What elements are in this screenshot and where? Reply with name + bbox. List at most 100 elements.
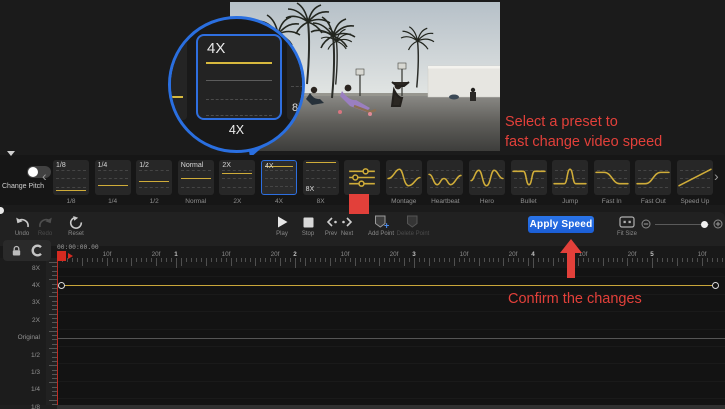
mini-ruler-tick	[49, 382, 57, 383]
ruler-tick	[657, 258, 658, 262]
speed-editor-window: 8X 4X 4X Change Pitch ‹ 1/81/81/41/41/21…	[0, 0, 725, 409]
ruler-tick	[335, 258, 336, 262]
preset-cell-jump: Jump	[552, 160, 588, 205]
card-speed-line	[98, 185, 128, 186]
preset-2x[interactable]: 2X	[219, 160, 255, 195]
track-row-1-2[interactable]	[57, 347, 725, 364]
ruler-tick	[325, 258, 326, 262]
track-row-1-4[interactable]	[57, 382, 725, 399]
preset-caption: Montage	[386, 198, 422, 205]
preset-jump[interactable]	[552, 160, 588, 195]
next-button[interactable]: Next	[330, 215, 364, 237]
change-pitch-toggle[interactable]	[27, 166, 51, 178]
mini-ruler-tick	[49, 365, 57, 366]
ruler-label: 20f	[628, 251, 637, 258]
ruler-tick	[369, 258, 370, 262]
track-row-1-3[interactable]	[57, 364, 725, 381]
fit-size-button[interactable]: Fit Size	[610, 215, 644, 237]
ruler-tick	[171, 258, 172, 262]
horizontal-scrollbar[interactable]	[0, 405, 725, 409]
preset-scroll-right-icon[interactable]: ›	[714, 169, 719, 183]
preset-fast-in[interactable]	[594, 160, 630, 195]
ruler-tick	[92, 258, 93, 262]
zoom-out-icon[interactable]	[641, 219, 651, 229]
preset-cell-4x: 4X4X	[261, 160, 297, 205]
card-speed-label: Normal	[181, 162, 204, 169]
speed-point-end[interactable]	[712, 282, 719, 289]
preset-montage[interactable]	[386, 160, 422, 195]
preset-caption: Bullet	[511, 198, 547, 205]
preset-1-4[interactable]: 1/4	[95, 160, 131, 195]
preset-1-2[interactable]: 1/2	[136, 160, 172, 195]
ruler-tick	[176, 258, 177, 268]
collapse-arrow-icon[interactable]	[7, 151, 15, 156]
card-speed-line	[306, 162, 336, 163]
ruler-label: 10f	[103, 251, 112, 258]
ruler-tick	[320, 258, 321, 262]
preset-1-8[interactable]: 1/8	[53, 160, 89, 195]
snap-magnet-icon[interactable]	[30, 244, 43, 257]
preset-4x[interactable]: 4X	[261, 160, 297, 195]
redo-button[interactable]: Redo	[28, 215, 62, 237]
apply-speed-button[interactable]: Apply Speed	[528, 216, 594, 233]
timeline-tools	[3, 240, 51, 261]
track-label-1-3: 1/3	[0, 369, 40, 376]
speed-point-start[interactable]	[58, 282, 65, 289]
ruler-tick	[627, 258, 628, 266]
ruler-tick	[97, 258, 98, 262]
zoom-in-icon[interactable]	[713, 219, 723, 229]
ruler-tick	[682, 258, 683, 262]
reset-button[interactable]: Reset	[59, 215, 93, 237]
ruler-tick	[717, 258, 718, 262]
ruler-label: 5	[650, 251, 654, 258]
ruler-tick	[712, 258, 713, 262]
ruler-tick	[245, 258, 246, 262]
ruler-tick	[82, 258, 83, 266]
ruler-tick	[722, 258, 723, 262]
ruler-tick	[365, 258, 366, 262]
ruler-tick	[72, 258, 73, 262]
preset-bullet[interactable]	[511, 160, 547, 195]
preset-8x[interactable]: 8X	[303, 160, 339, 195]
ruler-tick	[642, 258, 643, 262]
playhead-handle[interactable]	[57, 251, 66, 261]
zoom-slider-knob[interactable]	[701, 221, 708, 228]
vertical-mini-ruler	[46, 258, 57, 405]
fit-size-icon	[610, 215, 644, 229]
timeline-ruler-ticks[interactable]	[0, 258, 725, 268]
preset-cell-fast-out: Fast Out	[635, 160, 671, 205]
ruler-label: 20f	[271, 251, 280, 258]
lock-icon[interactable]	[11, 245, 22, 257]
ruler-tick	[613, 258, 614, 262]
preset-custom[interactable]	[344, 160, 380, 195]
magnifier-callout: 8X 4X 4X	[168, 16, 305, 153]
annotation-confirm: Confirm the changes	[508, 291, 642, 307]
preset-speed-up[interactable]	[677, 160, 713, 195]
ruler-tick	[414, 258, 415, 268]
track-row-2x[interactable]	[57, 312, 725, 329]
card-curve-icon	[427, 164, 463, 191]
add-point-button[interactable]: + Add Point	[364, 215, 398, 237]
preset-heartbeat[interactable]	[427, 160, 463, 195]
preset-normal[interactable]: Normal	[178, 160, 214, 195]
playhead-line[interactable]	[57, 251, 58, 405]
preset-cell-hero: Hero	[469, 160, 505, 205]
ruler-tick	[503, 258, 504, 266]
preset-caption: 1/8	[53, 198, 89, 205]
speed-curve-line[interactable]	[62, 285, 716, 286]
mini-ruler-tick	[49, 296, 57, 297]
zoom-slider-track[interactable]	[655, 224, 709, 225]
ruler-label: 1	[174, 251, 178, 258]
preset-scroll-left-icon[interactable]: ‹	[42, 169, 47, 183]
ruler-tick	[250, 258, 251, 262]
track-label-1-4: 1/4	[0, 386, 40, 393]
delete-point-button[interactable]: Delete Point	[396, 215, 430, 237]
ruler-tick	[231, 258, 232, 266]
ruler-tick	[350, 258, 351, 262]
scrollbar-thumb[interactable]	[57, 405, 725, 409]
ruler-tick	[508, 258, 509, 262]
ruler-tick	[216, 258, 217, 262]
ruler-tick	[588, 258, 589, 262]
preset-fast-out[interactable]	[635, 160, 671, 195]
preset-hero[interactable]	[469, 160, 505, 195]
